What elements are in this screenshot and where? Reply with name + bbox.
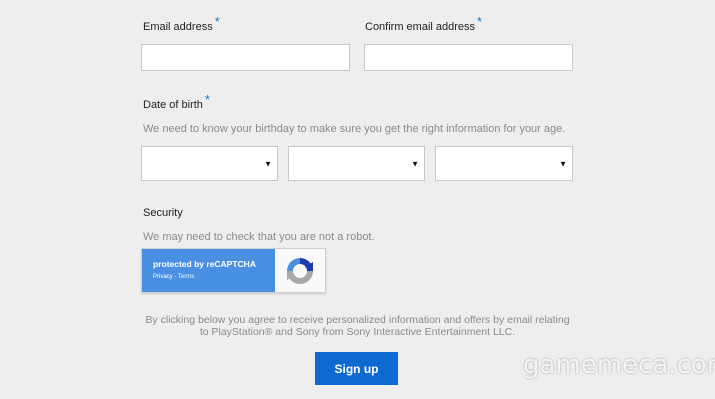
recaptcha-links[interactable]: Privacy - Terms [153,274,194,280]
watermark-logo: gamemeca.com [523,350,715,380]
dob-day-select[interactable]: ▼ [288,146,425,181]
dob-label-text: Date of birth [143,99,203,111]
recaptcha-info-panel: protected by reCAPTCHA Privacy - Terms [142,249,275,292]
signup-disclaimer: By clicking below you agree to receive p… [120,314,595,338]
recaptcha-title: protected by reCAPTCHA [153,259,256,269]
disclaimer-line-1: By clicking below you agree to receive p… [145,314,570,326]
chevron-down-icon: ▼ [411,159,419,168]
email-label: Email address * [143,15,220,33]
dob-helper-text: We need to know your birthday to make su… [143,123,566,135]
dob-month-select[interactable]: ▼ [141,146,278,181]
confirm-email-field[interactable] [364,44,573,71]
email-field[interactable] [141,44,350,71]
email-label-text: Email address [143,21,213,33]
security-label: Security [143,207,183,219]
required-mark: * [214,14,220,29]
chevron-down-icon: ▼ [559,159,567,168]
confirm-email-label-text: Confirm email address [365,21,476,33]
signup-button[interactable]: Sign up [315,352,398,385]
dob-year-select[interactable]: ▼ [435,146,573,181]
security-helper-text: We may need to check that you are not a … [143,231,375,243]
required-mark: * [477,14,483,29]
confirm-email-label: Confirm email address * [365,15,482,33]
disclaimer-line-2: to PlayStation® and Sony from Sony Inter… [199,326,516,338]
chevron-down-icon: ▼ [264,159,272,168]
dob-label: Date of birth * [143,93,210,111]
recaptcha-badge[interactable]: protected by reCAPTCHA Privacy - Terms [141,248,326,293]
required-mark: * [204,92,210,107]
recaptcha-logo-icon [287,258,313,284]
